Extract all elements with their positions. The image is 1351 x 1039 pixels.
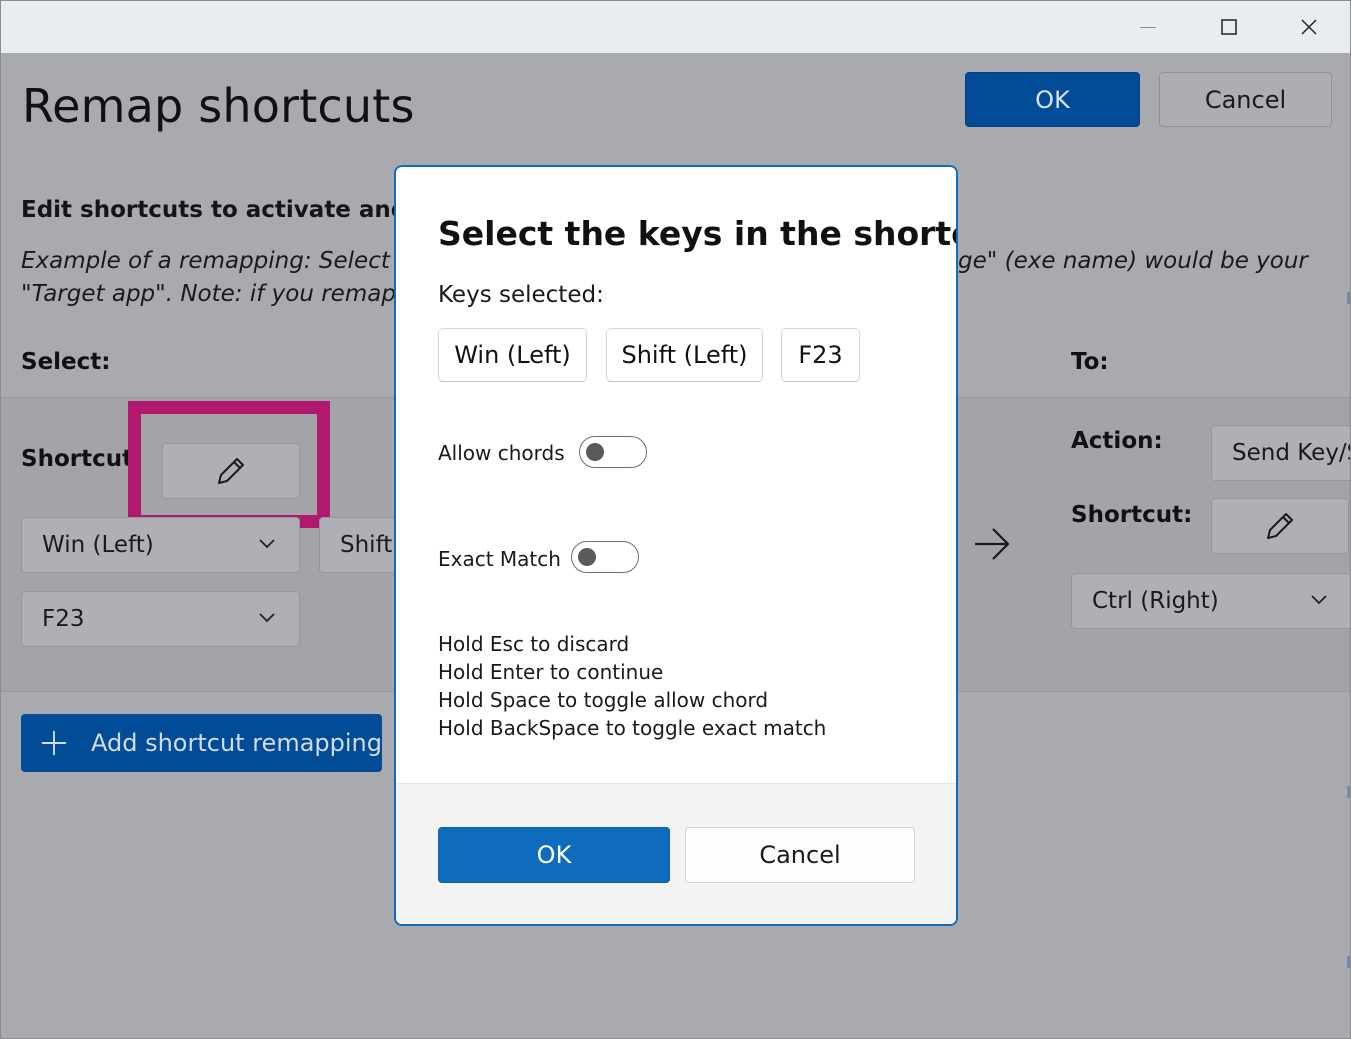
keys-selected-label: Keys selected: bbox=[438, 282, 604, 308]
plus-icon bbox=[41, 730, 67, 756]
target-key-value: Ctrl (Right) bbox=[1092, 588, 1219, 614]
pencil-icon bbox=[1267, 513, 1293, 539]
action-dropdown[interactable]: Send Key/S bbox=[1211, 425, 1351, 481]
target-shortcut-label: Shortcut: bbox=[1071, 502, 1193, 528]
action-label: Action: bbox=[1071, 428, 1163, 454]
add-shortcut-remapping-button[interactable]: Add shortcut remapping bbox=[21, 714, 382, 772]
arrow-right-icon bbox=[975, 528, 1010, 560]
hint-text: Hold Enter to continue bbox=[438, 660, 664, 684]
scrollbar-mark bbox=[1347, 292, 1350, 304]
chevron-down-icon bbox=[259, 613, 275, 623]
key-chip: Win (Left) bbox=[438, 328, 587, 382]
allow-chords-label: Allow chords bbox=[438, 441, 565, 465]
example-text-line1-left: Example of a remapping: Select "Alt bbox=[21, 248, 439, 274]
select-keys-dialog: Select the keys in the shortcut Keys sel… bbox=[394, 165, 958, 926]
action-value: Send Key/S bbox=[1232, 440, 1351, 466]
example-text-line2: "Target app". Note: if you remapped bbox=[21, 281, 440, 307]
dialog-cancel-button[interactable]: Cancel bbox=[685, 827, 915, 883]
allow-chords-toggle[interactable] bbox=[579, 436, 647, 468]
chevron-down-icon bbox=[1311, 595, 1327, 605]
select-key-3-value: F23 bbox=[42, 606, 85, 632]
target-key-dropdown[interactable]: Ctrl (Right) bbox=[1071, 573, 1350, 629]
page-title: Remap shortcuts bbox=[22, 79, 415, 133]
scrollbar-mark bbox=[1347, 786, 1350, 798]
hint-text: Hold Space to toggle allow chord bbox=[438, 688, 769, 712]
select-column-header: Select: bbox=[21, 349, 111, 375]
select-key-dropdown-3[interactable]: F23 bbox=[21, 591, 300, 647]
chevron-down-icon bbox=[259, 539, 275, 549]
maximize-button[interactable] bbox=[1189, 1, 1269, 53]
select-key-dropdown-1[interactable]: Win (Left) bbox=[21, 517, 300, 573]
ok-button[interactable]: OK bbox=[965, 72, 1140, 127]
hint-text: Hold Esc to discard bbox=[438, 632, 630, 656]
to-column-header: To: bbox=[1071, 349, 1109, 375]
scrollbar-mark bbox=[1347, 956, 1350, 968]
edit-target-shortcut-button[interactable] bbox=[1211, 498, 1349, 554]
close-button[interactable] bbox=[1269, 1, 1349, 53]
minimize-button[interactable] bbox=[1108, 1, 1188, 53]
example-text-line1-right: ge" (exe name) would be your bbox=[958, 248, 1308, 274]
hint-text: Hold BackSpace to toggle exact match bbox=[438, 716, 827, 740]
toggle-knob bbox=[586, 443, 604, 461]
dialog-title: Select the keys in the shortcut bbox=[438, 214, 958, 253]
maximize-icon bbox=[1221, 19, 1237, 35]
toggle-knob bbox=[578, 548, 596, 566]
cancel-button[interactable]: Cancel bbox=[1159, 72, 1332, 127]
select-key-2-value: Shift bbox=[340, 532, 393, 558]
title-bar bbox=[1, 1, 1350, 53]
key-chip: Shift (Left) bbox=[606, 328, 763, 382]
dialog-ok-button[interactable]: OK bbox=[438, 827, 670, 883]
add-shortcut-remapping-label: Add shortcut remapping bbox=[91, 729, 382, 757]
key-chip: F23 bbox=[781, 328, 860, 382]
shortcut-label: Shortcut: bbox=[21, 446, 143, 472]
close-icon bbox=[1301, 19, 1317, 35]
highlight-box bbox=[128, 401, 330, 528]
exact-match-toggle[interactable] bbox=[571, 541, 639, 573]
select-key-1-value: Win (Left) bbox=[42, 532, 154, 558]
exact-match-label: Exact Match bbox=[438, 547, 561, 571]
minimize-icon bbox=[1140, 26, 1156, 28]
